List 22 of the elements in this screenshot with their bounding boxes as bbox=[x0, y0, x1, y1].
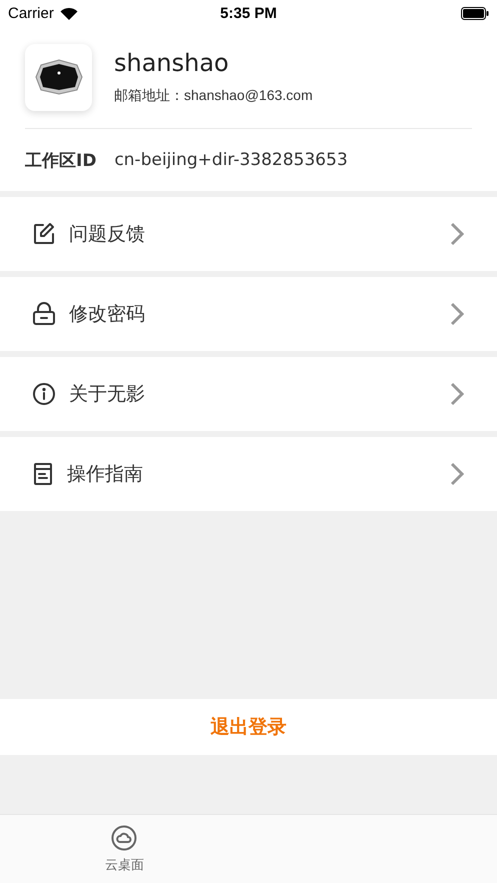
battery-icon bbox=[461, 6, 489, 20]
menu-item[interactable]: 问题反馈 bbox=[0, 197, 497, 271]
edit-icon bbox=[32, 222, 56, 246]
chevron-icon bbox=[450, 462, 464, 486]
user-name: shanshao bbox=[114, 49, 230, 77]
chevron-icon bbox=[450, 382, 464, 406]
document-icon bbox=[32, 462, 54, 486]
wifi-icon bbox=[60, 6, 78, 20]
menu-item[interactable]: 关于无影 bbox=[0, 357, 497, 431]
lock-icon bbox=[32, 302, 56, 326]
chevron-icon bbox=[450, 222, 464, 246]
carrier-label: Carrier bbox=[8, 4, 54, 22]
workspace-id: cn-beijing+dir-3382853653 bbox=[114, 150, 348, 170]
menu-item[interactable]: 操作指南 bbox=[0, 437, 497, 511]
chevron-icon bbox=[450, 302, 464, 326]
status-time: 5:35 PM bbox=[220, 4, 277, 22]
email-text: 邮箱地址：shanshao@163.com bbox=[114, 87, 313, 105]
workspace-label: 工作区ID bbox=[25, 150, 96, 172]
cloud-icon bbox=[111, 824, 138, 850]
menu-item[interactable]: 修改密码 bbox=[0, 277, 497, 351]
app-logo bbox=[25, 44, 92, 110]
info-icon bbox=[32, 382, 56, 406]
